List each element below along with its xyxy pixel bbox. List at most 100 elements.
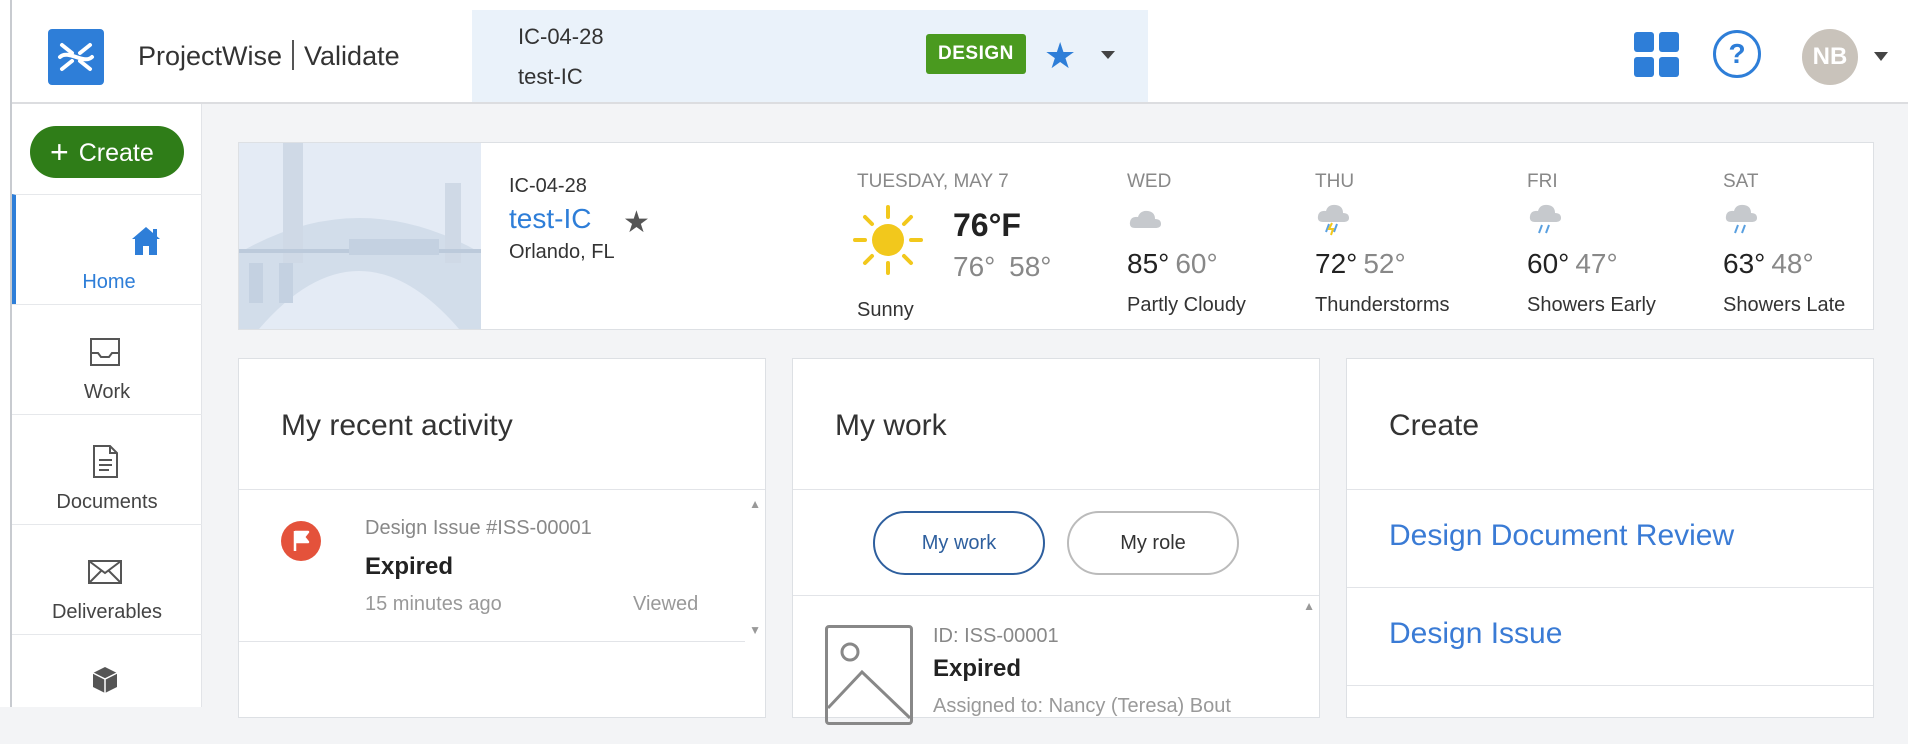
today-temperature: 76°F	[953, 207, 1021, 243]
forecast-high: 85°	[1127, 248, 1170, 279]
today-date: TUESDAY, MAY 7	[857, 171, 1009, 192]
activity-viewed-state: Viewed	[633, 593, 699, 615]
forecast-day: THU 72° 52° Thunderstorms	[1315, 171, 1450, 317]
project-id: IC-04-28	[518, 24, 604, 49]
sidebar-item-models[interactable]	[12, 634, 202, 744]
activity-time: 15 minutes ago	[365, 593, 502, 615]
sidebar-item-label: Work	[83, 381, 131, 403]
forecast-high-low: 60° 47°	[1527, 248, 1656, 280]
sidebar-nav: + Create Home Work Documents Deliverables	[12, 104, 202, 707]
project-location: Orlando, FL	[509, 241, 615, 263]
app-title-separator	[292, 40, 295, 70]
create-design-issue-link[interactable]: Design Issue	[1389, 617, 1562, 651]
today-low: 58°	[1009, 251, 1052, 282]
forecast-day: WED 85° 60° Partly Cloudy	[1127, 171, 1246, 317]
user-menu-caret-icon[interactable]	[1874, 52, 1888, 61]
plus-icon: +	[50, 134, 69, 170]
create-design-document-review-link[interactable]: Design Document Review	[1389, 519, 1734, 553]
activity-type: Design Issue #ISS-00001	[365, 517, 592, 539]
sidebar-item-work[interactable]: Work	[12, 304, 202, 414]
divider	[239, 489, 765, 490]
card-title: My work	[835, 409, 947, 442]
forecast-day-name: FRI	[1527, 171, 1558, 192]
forecast-high: 63°	[1723, 248, 1766, 279]
app-title-module: Validate	[304, 41, 400, 71]
my-work-toggle-button[interactable]: My work	[873, 511, 1045, 575]
card-title: My recent activity	[281, 409, 513, 442]
create-button-label: Create	[78, 139, 154, 167]
window-left-border	[0, 0, 12, 707]
project-favorite-star-icon[interactable]: ★	[623, 205, 650, 240]
project-name: test-IC	[518, 64, 583, 89]
forecast-high: 72°	[1315, 248, 1358, 279]
forecast-day-name: THU	[1315, 171, 1355, 192]
forecast-condition: Showers Late	[1723, 294, 1846, 316]
forecast-high-low: 72° 52°	[1315, 248, 1450, 280]
forecast-condition: Showers Early	[1527, 294, 1656, 316]
cube-icon	[92, 667, 118, 693]
document-icon	[93, 445, 118, 478]
divider	[793, 595, 1319, 596]
help-icon[interactable]: ?	[1713, 30, 1761, 78]
project-bridge-illustration	[239, 143, 481, 329]
sidebar-item-label: Deliverables	[51, 601, 163, 623]
sunny-icon	[853, 205, 923, 275]
forecast-day-name: WED	[1127, 171, 1172, 192]
favorite-star-icon[interactable]: ★	[1044, 38, 1076, 74]
divider	[239, 641, 745, 642]
activity-status: Expired	[365, 553, 454, 580]
project-selector[interactable]: IC-04-28 test-IC DESIGN ★	[472, 10, 1148, 102]
projectwise-logo-icon[interactable]	[48, 29, 104, 85]
forecast-day: SAT 63° 48° Showers Late	[1723, 171, 1845, 317]
sidebar-item-label: Documents	[56, 491, 158, 513]
user-avatar[interactable]: NB	[1802, 29, 1858, 85]
scroll-up-arrow-icon[interactable]: ▲	[1303, 599, 1315, 613]
thunderstorm-icon	[1317, 204, 1349, 236]
forecast-low: 60°	[1175, 248, 1218, 279]
forecast-low: 48°	[1771, 248, 1814, 279]
project-dropdown-caret-icon[interactable]	[1100, 50, 1116, 60]
showers-icon	[1725, 204, 1757, 234]
divider	[793, 489, 1319, 490]
weather-project-name-link[interactable]: test-IC	[509, 203, 591, 235]
showers-icon	[1529, 204, 1561, 234]
project-weather-card: IC-04-28 test-IC ★ Orlando, FL TUESDAY, …	[238, 142, 1874, 330]
forecast-high: 60°	[1527, 248, 1570, 279]
partly-cloudy-icon	[1129, 210, 1161, 228]
top-bar: ProjectWise Validate IC-04-28 test-IC DES…	[0, 0, 1908, 104]
create-button[interactable]: + Create	[30, 126, 184, 178]
divider	[1347, 489, 1873, 490]
forecast-high-low: 85° 60°	[1127, 248, 1246, 280]
my-role-toggle-button[interactable]: My role	[1067, 511, 1239, 575]
forecast-high-low: 63° 48°	[1723, 248, 1845, 280]
forecast-low: 47°	[1575, 248, 1618, 279]
my-work-card: My work My work My role ▲ ID: ISS-00001 …	[792, 358, 1320, 725]
scroll-up-arrow-icon[interactable]: ▲	[749, 497, 761, 511]
forecast-day: FRI 60° 47° Showers Early	[1527, 171, 1656, 317]
sidebar-item-deliverables[interactable]: Deliverables	[12, 524, 202, 634]
image-placeholder-icon	[825, 625, 913, 725]
card-title: Create	[1389, 409, 1480, 442]
app-title: ProjectWise Validate	[138, 40, 400, 72]
work-item-status: Expired	[933, 655, 1022, 682]
scroll-down-arrow-icon[interactable]: ▼	[749, 623, 761, 637]
flag-icon	[281, 521, 321, 561]
today-condition: Sunny	[857, 299, 914, 321]
sidebar-item-label: Home	[82, 271, 136, 293]
forecast-day-name: SAT	[1723, 171, 1759, 192]
app-switcher-grid-icon[interactable]	[1634, 32, 1680, 78]
forecast-condition: Thunderstorms	[1315, 294, 1450, 316]
divider	[1347, 685, 1873, 686]
divider	[1347, 587, 1873, 588]
sidebar-item-home[interactable]: Home	[12, 194, 202, 304]
forecast-condition: Partly Cloudy	[1127, 294, 1246, 316]
inbox-tray-icon	[90, 338, 120, 366]
home-icon	[131, 227, 160, 255]
sidebar-item-documents[interactable]: Documents	[12, 414, 202, 524]
today-high-low: 76° 58°	[953, 251, 1051, 283]
today-high: 76°	[953, 251, 996, 282]
envelope-icon	[88, 560, 122, 584]
create-card: Create Design Document Review Design Iss…	[1346, 358, 1874, 718]
app-title-product: ProjectWise	[138, 41, 283, 71]
work-item-id: ID: ISS-00001	[933, 625, 1059, 647]
